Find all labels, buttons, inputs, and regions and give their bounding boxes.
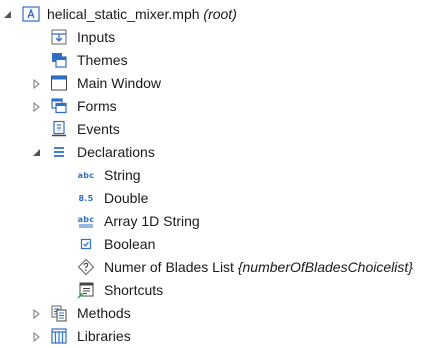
tree-node-array-1d-string[interactable]: abc Array 1D String bbox=[0, 210, 439, 233]
choice-list-tag: {numberOfBladesChoicelist} bbox=[237, 259, 413, 275]
tree-node-label: Themes bbox=[77, 52, 128, 68]
tree-node-double[interactable]: 8.5 Double bbox=[0, 187, 439, 210]
model-builder-tree: helical_static_mixer.mph (root) Inputs T… bbox=[0, 0, 439, 348]
tree-node-label: Main Window bbox=[77, 75, 162, 91]
tree-node-boolean[interactable]: Boolean bbox=[0, 233, 439, 256]
tree-node-themes[interactable]: Themes bbox=[0, 49, 439, 72]
tree-node-label: Libraries bbox=[77, 328, 131, 344]
tree-node-label: Double bbox=[104, 190, 149, 206]
tree-node-label: Shortcuts bbox=[104, 282, 164, 298]
tree-node-label: Numer of Blades List {numberOfBladesChoi… bbox=[104, 259, 413, 275]
choice-list-icon bbox=[77, 258, 95, 276]
array-string-icon: abc bbox=[76, 212, 96, 230]
collapsed-toggle-icon[interactable] bbox=[30, 302, 44, 325]
forms-icon bbox=[50, 97, 68, 115]
tree-node-methods[interactable]: Methods bbox=[0, 302, 439, 325]
expanded-toggle-icon[interactable] bbox=[1, 3, 15, 26]
tree-node-label: Methods bbox=[77, 305, 131, 321]
collapsed-toggle-icon[interactable] bbox=[30, 95, 44, 118]
window-icon bbox=[50, 74, 68, 92]
tree-node-label: Inputs bbox=[77, 29, 116, 45]
tree-node-label: Declarations bbox=[77, 144, 155, 160]
tree-node-libraries[interactable]: Libraries bbox=[0, 325, 439, 348]
events-icon bbox=[50, 120, 68, 138]
tree-node-label: Forms bbox=[77, 98, 117, 114]
shortcuts-icon bbox=[77, 281, 95, 299]
libraries-icon bbox=[50, 327, 68, 345]
string-icon: abc bbox=[77, 170, 95, 180]
boolean-icon bbox=[77, 235, 95, 253]
double-icon: 8.5 bbox=[78, 193, 94, 203]
tree-node-events[interactable]: Events bbox=[0, 118, 439, 141]
tree-node-main-window[interactable]: Main Window bbox=[0, 72, 439, 95]
expanded-toggle-icon[interactable] bbox=[30, 141, 44, 164]
themes-icon bbox=[50, 51, 68, 69]
root-suffix: (root) bbox=[203, 6, 237, 22]
declarations-icon bbox=[50, 143, 68, 161]
methods-icon bbox=[50, 304, 68, 322]
tree-node-label: Array 1D String bbox=[104, 213, 200, 229]
tree-node-string[interactable]: abc String bbox=[0, 164, 439, 187]
tree-node-label: helical_static_mixer.mph (root) bbox=[47, 6, 237, 22]
tree-node-label: Events bbox=[77, 121, 120, 137]
collapsed-toggle-icon[interactable] bbox=[30, 72, 44, 95]
tree-node-inputs[interactable]: Inputs bbox=[0, 26, 439, 49]
tree-node-root[interactable]: helical_static_mixer.mph (root) bbox=[0, 3, 439, 26]
tree-node-declarations[interactable]: Declarations bbox=[0, 141, 439, 164]
application-icon bbox=[22, 5, 40, 23]
collapsed-toggle-icon[interactable] bbox=[30, 325, 44, 348]
inputs-icon bbox=[50, 28, 68, 46]
tree-node-shortcuts[interactable]: Shortcuts bbox=[0, 279, 439, 302]
tree-node-forms[interactable]: Forms bbox=[0, 95, 439, 118]
tree-node-label: String bbox=[104, 167, 141, 183]
tree-node-label: Boolean bbox=[104, 236, 156, 252]
tree-node-choice-list[interactable]: Numer of Blades List {numberOfBladesChoi… bbox=[0, 256, 439, 279]
